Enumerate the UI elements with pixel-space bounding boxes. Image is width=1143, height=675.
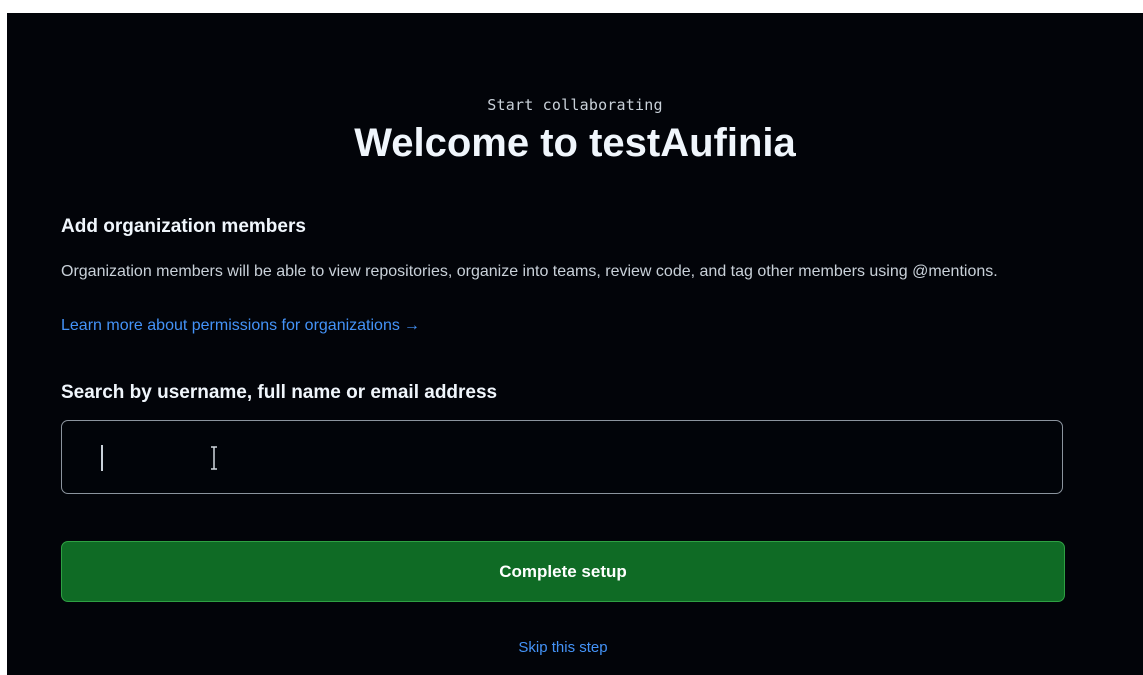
search-label: Search by username, full name or email a… bbox=[61, 382, 498, 403]
learn-more-link[interactable]: Learn more about permissions for organiz… bbox=[61, 317, 420, 335]
search-field[interactable] bbox=[61, 420, 1063, 494]
text-caret bbox=[101, 445, 103, 471]
setup-page: Start collaborating Welcome to testAufin… bbox=[7, 13, 1143, 675]
text-cursor-ibeam-icon bbox=[211, 446, 217, 470]
arrow-right-icon: → bbox=[403, 317, 420, 334]
eyebrow-text: Start collaborating bbox=[487, 96, 663, 114]
section-description: Organization members will be able to vie… bbox=[61, 263, 998, 280]
complete-setup-button[interactable]: Complete setup bbox=[61, 541, 1065, 602]
learn-more-link-label: Learn more about permissions for organiz… bbox=[61, 317, 400, 334]
skip-step-link[interactable]: Skip this step bbox=[7, 639, 1119, 656]
page-title: Welcome to testAufinia bbox=[354, 121, 796, 165]
section-heading: Add organization members bbox=[61, 216, 306, 237]
